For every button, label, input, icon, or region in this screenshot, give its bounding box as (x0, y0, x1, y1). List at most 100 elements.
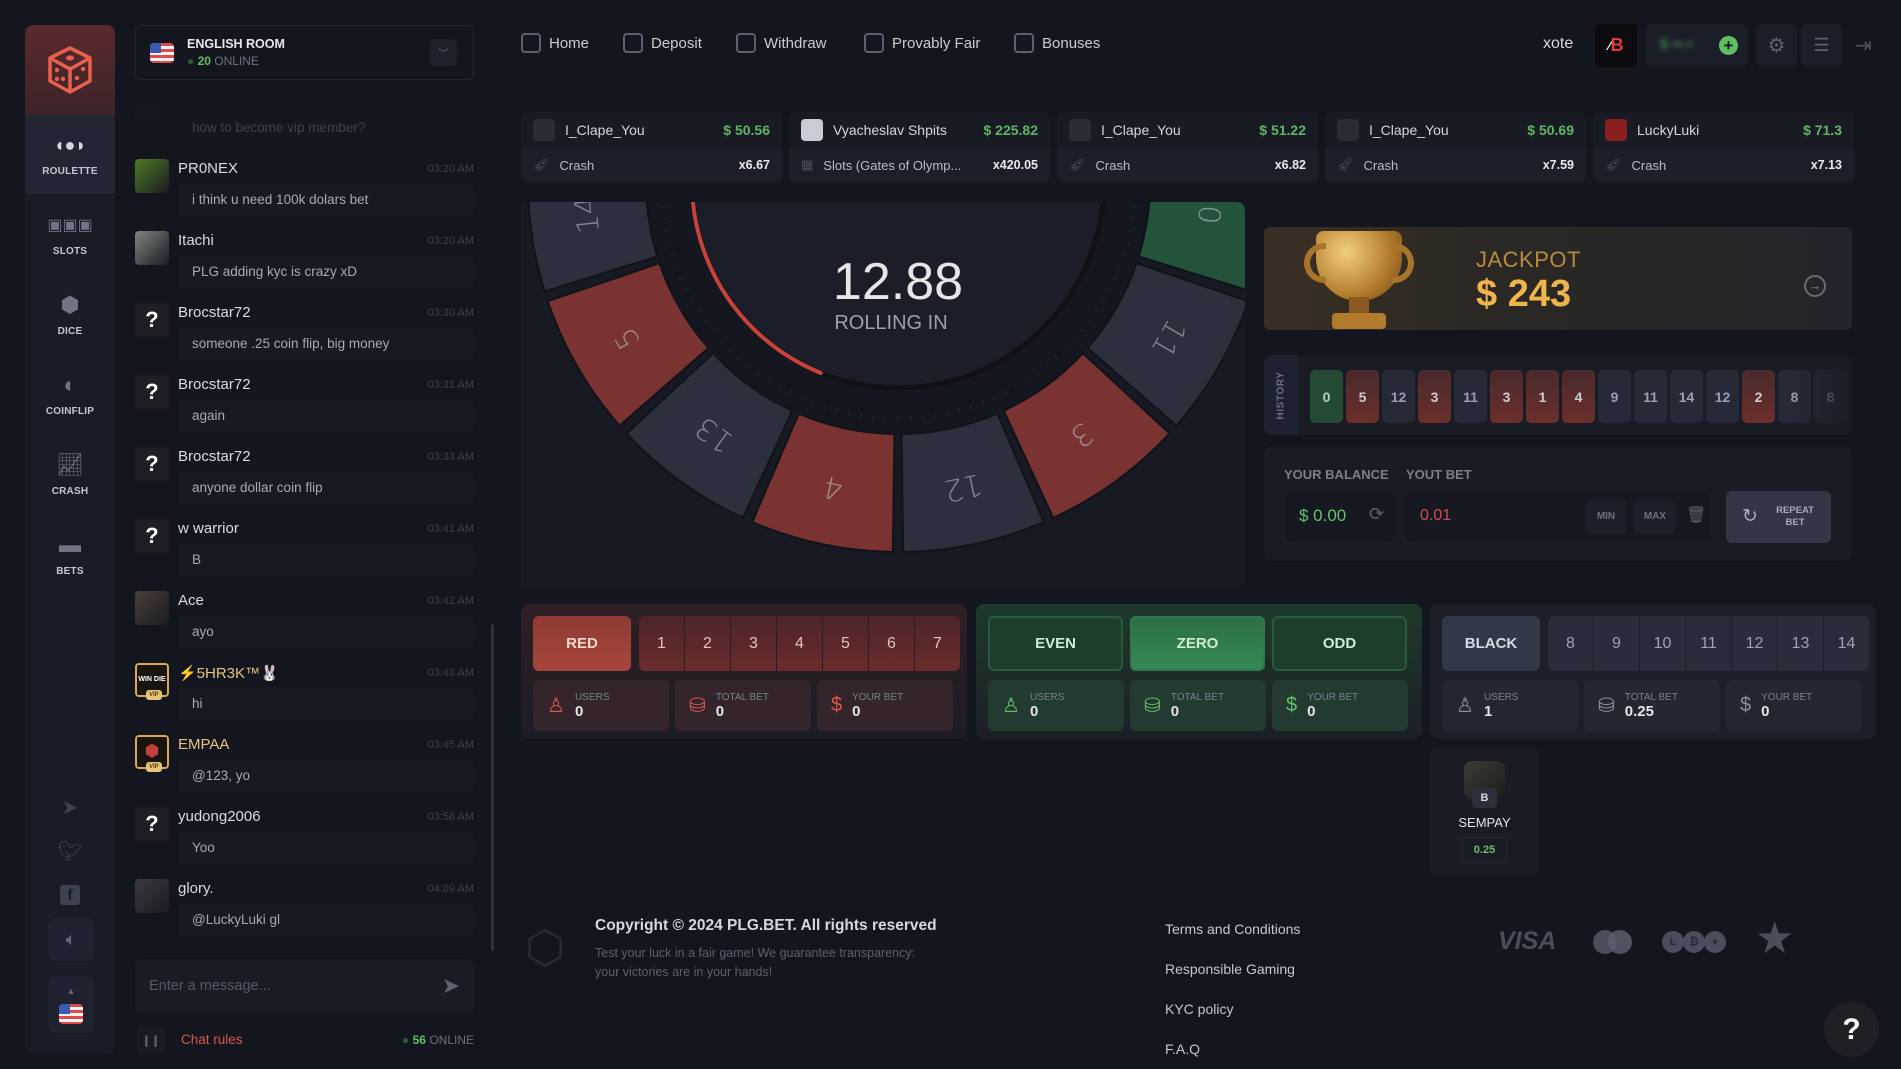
bet-number-1[interactable]: 1 (639, 616, 684, 671)
user-avatar[interactable]: ? (135, 807, 169, 841)
bet-section-green: EVEN ZERO ODD ♙ USERS 0 ⛁ TOTAL BET 0 $ YOUR BET 0 (976, 604, 1422, 739)
sidebar-item-roulette[interactable]: ◖●◗ ROULETTE (25, 115, 115, 195)
message-username[interactable]: ⚡5HR3K™🐰 (178, 664, 279, 682)
sidebar-item-slots[interactable]: ▣▣▣ SLOTS (25, 195, 115, 275)
trash-icon[interactable]: 🗑︎ (1686, 505, 1706, 525)
bet-red-button[interactable]: RED (533, 616, 631, 671)
bet-amount-field[interactable]: 0.01 MIN MAX 🗑︎ (1406, 491, 1709, 543)
bet-number-5[interactable]: 5 (823, 616, 868, 671)
chat-room-selector[interactable]: ENGLISH ROOM ● 20 ONLINE ﹀ (135, 25, 474, 80)
chat-scrollbar[interactable] (491, 624, 494, 951)
pause-chat-button[interactable]: ❙❙ (137, 1026, 165, 1054)
language-selector[interactable]: ▲ (48, 976, 94, 1033)
repeat-bet-button[interactable]: ↻ REPEAT BET (1726, 491, 1831, 543)
live-bet-card[interactable]: I_Clape_You $ 50.56 🚀︎ Crash x6.67 (521, 112, 782, 182)
message-username[interactable]: Brocstar72 (178, 448, 251, 465)
user-avatar[interactable] (135, 231, 169, 265)
settings-button[interactable]: ⚙ (1756, 24, 1797, 67)
message-time: 03:33 AM (427, 451, 474, 463)
live-bet-card[interactable]: I_Clape_You $ 51.22 🚀︎ Crash x6.82 (1057, 112, 1318, 182)
message-text: @123, yo (178, 759, 474, 793)
rolling-status: ROLLING IN (834, 312, 948, 334)
bet-number-12[interactable]: 12 (1732, 616, 1777, 671)
bet-number-10[interactable]: 10 (1640, 616, 1685, 671)
bet-black-button[interactable]: BLACK (1442, 616, 1540, 671)
live-bet-card[interactable]: I_Clape_You $ 50.69 🚀︎ Crash x7.59 (1325, 112, 1586, 182)
bet-number-13[interactable]: 13 (1778, 616, 1823, 671)
bet-number-4[interactable]: 4 (777, 616, 822, 671)
user-avatar (801, 119, 823, 141)
nav-deposit[interactable]: Deposit (623, 33, 702, 53)
sidebar-item-bets[interactable]: ▬ BETS (25, 515, 115, 595)
bet-number-7[interactable]: 7 (915, 616, 960, 671)
sidebar-item-crash[interactable]: 📈︎ CRASH (25, 435, 115, 515)
refresh-icon[interactable]: ⟳ (1369, 504, 1384, 525)
help-button[interactable]: ? (1824, 1002, 1879, 1057)
nav-home[interactable]: Home (521, 33, 589, 53)
user-avatar[interactable]: ? (135, 303, 169, 337)
bet-number-11[interactable]: 11 (1686, 616, 1731, 671)
sound-toggle-button[interactable]: 🔈︎ (48, 918, 94, 961)
user-avatar[interactable]: ? (135, 375, 169, 409)
live-bet-card[interactable]: LuckyLuki $ 71.3 🚀︎ Crash x7.13 (1593, 112, 1854, 182)
game-sidebar: ➤ 🐦︎ f 🔈︎ ▲ ◖●◗ ROULETTE ▣▣▣ SLOTS ⬢ DICE ◐ COI… (25, 25, 115, 1054)
footer-link[interactable]: Responsible Gaming (1165, 961, 1295, 977)
twitter-icon[interactable]: 🐦︎ (25, 839, 115, 864)
wallet-balance[interactable]: $ ••.• + (1646, 24, 1748, 67)
stat-text: YOUR BET 0 (852, 692, 903, 720)
bet-number-8[interactable]: 8 (1548, 616, 1593, 671)
footer-link[interactable]: KYC policy (1165, 1001, 1233, 1017)
message-username[interactable]: w warrior (178, 520, 239, 537)
bet-odd-button[interactable]: ODD (1272, 616, 1407, 671)
message-username[interactable]: PR0NEX (178, 160, 238, 177)
user-avatar[interactable]: WIN DIE VIP (135, 663, 169, 700)
bet-number-6[interactable]: 6 (869, 616, 914, 671)
sidebar-item-label: COINFLIP (45, 406, 95, 417)
username[interactable]: xote (1543, 35, 1573, 53)
plus-icon[interactable]: + (1719, 36, 1738, 55)
message-username[interactable]: Brocstar72 (178, 304, 251, 321)
bet-zero-button[interactable]: ZERO (1130, 616, 1265, 671)
chevron-down-icon[interactable]: ﹀ (430, 39, 457, 66)
nav-withdraw[interactable]: Withdraw (736, 33, 827, 53)
live-bet-card[interactable]: Vyacheslav Shpits $ 225.82 ▦ Slots (Gates o… (789, 112, 1050, 182)
user-avatar[interactable] (135, 159, 169, 193)
bet-number-14[interactable]: 14 (1824, 616, 1869, 671)
sidebar-item-dice[interactable]: ⬢ DICE (25, 275, 115, 355)
site-logo[interactable] (25, 25, 115, 115)
sidebar-item-coinflip[interactable]: ◐ COINFLIP (25, 355, 115, 435)
send-icon[interactable]: ➤ (442, 973, 460, 999)
message-time: 03:58 AM (427, 811, 474, 823)
message-username[interactable]: EMPAA (178, 736, 229, 753)
message-username[interactable]: Itachi (178, 232, 214, 249)
menu-button[interactable]: ☰ (1801, 24, 1842, 67)
user-avatar[interactable] (135, 591, 169, 625)
telegram-icon[interactable]: ➤ (25, 795, 115, 820)
user-avatar[interactable]: ⁄ B (1595, 24, 1637, 67)
bet-number-2[interactable]: 2 (685, 616, 730, 671)
bet-number-9[interactable]: 9 (1594, 616, 1639, 671)
logout-icon[interactable]: ⇥ (1855, 33, 1872, 58)
user-avatar[interactable]: ? (135, 447, 169, 481)
chat-message-input[interactable] (149, 974, 419, 998)
user-avatar[interactable]: ⬢ VIP (135, 735, 169, 772)
message-username[interactable]: yudong2006 (178, 808, 261, 825)
bet-number-3[interactable]: 3 (731, 616, 776, 671)
max-bet-button[interactable]: MAX (1634, 500, 1676, 534)
min-bet-button[interactable]: MIN (1585, 500, 1627, 534)
jackpot-banner[interactable]: JACKPOT $ 243 → (1264, 227, 1852, 330)
footer-link[interactable]: F.A.Q (1165, 1041, 1200, 1057)
facebook-icon[interactable]: f (25, 883, 115, 906)
nav-bonuses[interactable]: Bonuses (1014, 33, 1100, 53)
nav-provably-fair[interactable]: Provably Fair (864, 33, 980, 53)
message-username[interactable]: Ace (178, 592, 204, 609)
user-avatar[interactable]: ? (135, 519, 169, 553)
bet-even-button[interactable]: EVEN (988, 616, 1123, 671)
footer-link[interactable]: Terms and Conditions (1165, 921, 1300, 937)
arrow-right-icon[interactable]: → (1804, 275, 1826, 297)
message-username[interactable]: Brocstar72 (178, 376, 251, 393)
chat-rules-link[interactable]: Chat rules (181, 1032, 243, 1047)
user-avatar[interactable] (135, 879, 169, 913)
message-time: 03:30 AM (427, 307, 474, 319)
message-username[interactable]: glory. (178, 880, 214, 897)
